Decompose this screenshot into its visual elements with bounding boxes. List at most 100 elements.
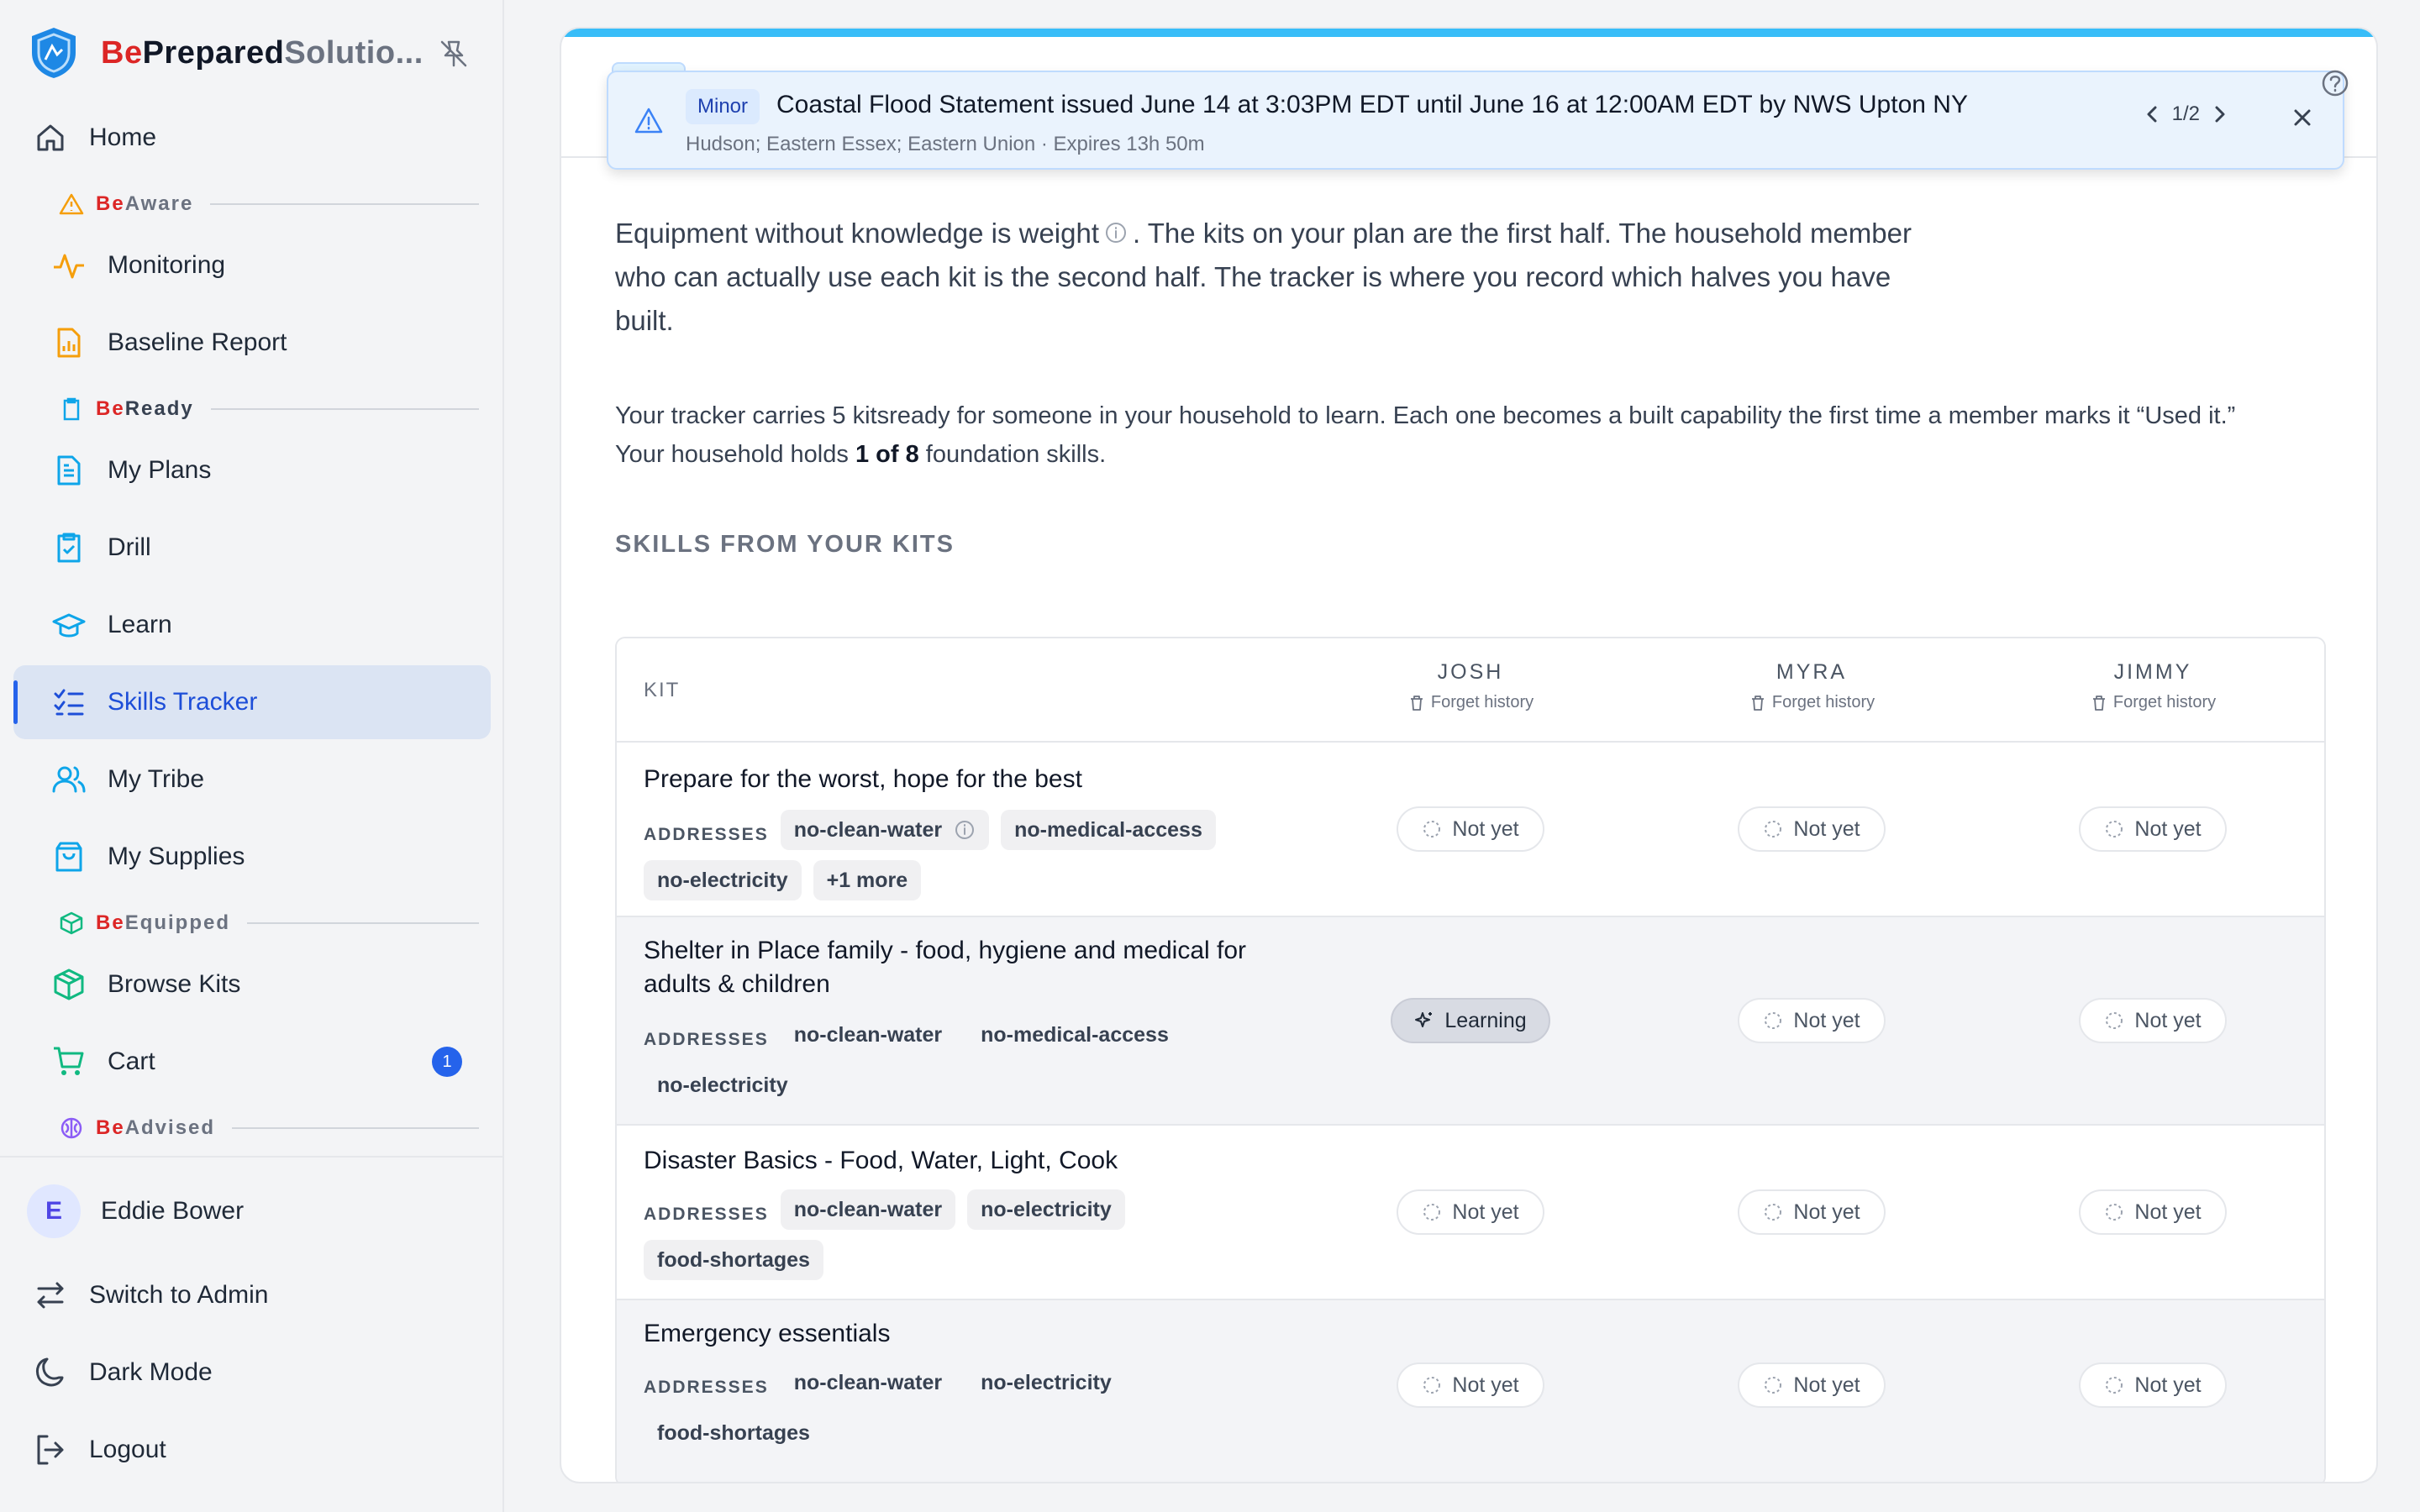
alert-pager: 1/2 xyxy=(2132,101,2240,128)
close-icon[interactable] xyxy=(2287,102,2317,133)
nav-browse-kits[interactable]: Browse Kits xyxy=(13,948,491,1021)
nav-home[interactable]: Home xyxy=(15,101,492,175)
pin-off-icon[interactable] xyxy=(437,37,471,71)
forget-history-button[interactable]: Forget history xyxy=(1300,693,1641,712)
loader-icon xyxy=(1423,1204,1441,1221)
loader-icon xyxy=(2106,1377,2123,1394)
nav-cart[interactable]: Cart 1 xyxy=(13,1025,491,1099)
clipboard-check-icon xyxy=(57,533,81,563)
table-row: Shelter in Place family - food, hygiene … xyxy=(617,917,2324,1126)
trash-icon xyxy=(2092,695,2105,711)
status-pill[interactable]: Not yet xyxy=(2079,1189,2227,1235)
sparkles-icon xyxy=(1415,1012,1433,1027)
kit-name: Prepare for the worst, hope for the best xyxy=(644,765,1082,793)
dark-mode-toggle[interactable]: Dark Mode xyxy=(15,1336,492,1410)
nav-learn[interactable]: Learn xyxy=(13,588,491,662)
status-pill[interactable]: Not yet xyxy=(1738,806,1886,852)
nav-my-supplies[interactable]: My Supplies xyxy=(13,820,491,894)
avatar: E xyxy=(27,1184,81,1238)
trash-icon xyxy=(1751,695,1764,711)
tag: no-electricity xyxy=(967,1189,1125,1230)
list-checks-icon xyxy=(54,689,84,716)
moon-icon xyxy=(35,1357,64,1387)
status-pill[interactable]: Not yet xyxy=(1738,1362,1886,1408)
nav-baseline-report[interactable]: Baseline Report xyxy=(13,306,491,380)
main-panel: Minor Coastal Flood Statement issued Jun… xyxy=(560,27,2378,1483)
box-icon xyxy=(60,911,83,935)
status-pill[interactable]: Not yet xyxy=(1397,1362,1544,1408)
logout-icon xyxy=(37,1435,64,1465)
status-pill[interactable]: Not yet xyxy=(1397,1189,1544,1235)
brain-icon xyxy=(60,1117,82,1139)
brand-name: BePreparedSolutio... xyxy=(101,34,424,71)
kit-tags: ADDRESSES no-clean-water no-medical-acce… xyxy=(644,1015,1299,1116)
weather-alert-banner[interactable]: Minor Coastal Flood Statement issued Jun… xyxy=(607,71,2344,170)
nav-my-tribe[interactable]: My Tribe xyxy=(13,743,491,816)
switch-to-admin-button[interactable]: Switch to Admin xyxy=(15,1258,492,1332)
graduation-cap-icon xyxy=(52,613,86,638)
tag: food-shortages xyxy=(644,1240,823,1280)
table-row: Prepare for the worst, hope for the best… xyxy=(617,743,2324,917)
tag: no-electricity xyxy=(644,860,802,900)
nav-drill[interactable]: Drill xyxy=(13,511,491,585)
alert-title: Coastal Flood Statement issued June 14 a… xyxy=(776,91,1968,118)
loader-icon xyxy=(1423,1377,1441,1394)
info-icon[interactable] xyxy=(1104,221,1128,244)
shopping-bag-icon xyxy=(55,842,82,872)
loader-icon xyxy=(1423,821,1441,837)
file-text-icon xyxy=(57,455,81,486)
chevron-right-icon[interactable] xyxy=(2207,101,2233,128)
loader-icon xyxy=(2106,821,2123,837)
tag: no-medical-access xyxy=(981,1022,1169,1047)
sidebar-footer: E Eddie Bower Switch to Admin Dark Mode … xyxy=(0,1156,504,1465)
nav-monitoring[interactable]: Monitoring xyxy=(13,228,491,302)
section-beadvised: Be Advised xyxy=(59,1116,479,1141)
activity-icon xyxy=(54,254,84,279)
status-pill[interactable]: Not yet xyxy=(1738,998,1886,1043)
section-beequipped: Be Equipped xyxy=(59,911,479,936)
chevron-left-icon[interactable] xyxy=(2139,101,2165,128)
nav-skills-tracker[interactable]: Skills Tracker xyxy=(13,665,491,739)
member-column-jimmy: JIMMY Forget history xyxy=(1982,638,2323,741)
status-pill[interactable]: Not yet xyxy=(1397,806,1544,852)
status-pill[interactable]: Not yet xyxy=(2079,998,2227,1043)
loader-icon xyxy=(1765,821,1782,837)
table-row: Emergency essentials ADDRESSES no-clean-… xyxy=(617,1300,2324,1482)
tag: no-clean-water xyxy=(780,1189,956,1230)
tag: no-clean-water xyxy=(780,810,990,850)
forget-history-button[interactable]: Forget history xyxy=(1982,693,2323,712)
table-row: Disaster Basics - Food, Water, Light, Co… xyxy=(617,1126,2324,1300)
help-icon[interactable] xyxy=(2321,69,2349,97)
loader-icon xyxy=(1765,1204,1782,1221)
more-tags-button[interactable]: +1 more xyxy=(813,860,922,900)
status-pill[interactable]: Not yet xyxy=(2079,806,2227,852)
kit-tags: ADDRESSES no-clean-water no-electricity … xyxy=(644,1189,1299,1290)
status-pill[interactable]: Not yet xyxy=(2079,1362,2227,1408)
brand[interactable]: BePreparedSolutio... xyxy=(29,25,424,81)
switch-icon xyxy=(37,1282,64,1309)
user-profile[interactable]: E Eddie Bower xyxy=(0,1174,477,1248)
logout-button[interactable]: Logout xyxy=(15,1413,492,1487)
nav-home-label: Home xyxy=(89,123,157,151)
nav-my-plans[interactable]: My Plans xyxy=(13,433,491,507)
cart-icon xyxy=(54,1047,84,1075)
loader-icon xyxy=(1765,1377,1782,1394)
info-icon[interactable] xyxy=(954,819,976,841)
tag: no-clean-water xyxy=(793,1022,943,1047)
sidebar: BePreparedSolutio... Home Be Aware Monito… xyxy=(0,0,504,1512)
tracker-summary: Your tracker carries 5 kitsready for som… xyxy=(615,402,2236,468)
intro-text: Equipment without knowledge is weight. T… xyxy=(615,218,1912,336)
status-pill[interactable]: Not yet xyxy=(1738,1189,1886,1235)
skills-table: KIT JOSH Forget history MYRA Forget hist… xyxy=(615,637,2326,1482)
status-pill[interactable]: Learning xyxy=(1391,998,1550,1043)
section-heading: SKILLS FROM YOUR KITS xyxy=(615,531,955,558)
kit-name: Shelter in Place family - food, hygiene … xyxy=(644,937,1247,998)
alert-severity-badge: Minor xyxy=(686,89,760,124)
member-column-josh: JOSH Forget history xyxy=(1300,638,1641,741)
table-header: KIT JOSH Forget history MYRA Forget hist… xyxy=(617,638,2324,743)
loader-icon xyxy=(1765,1012,1782,1029)
tag: no-medical-access xyxy=(1001,810,1216,850)
kit-column-header: KIT xyxy=(644,679,681,701)
forget-history-button[interactable]: Forget history xyxy=(1641,693,1982,712)
kit-name: Disaster Basics - Food, Water, Light, Co… xyxy=(644,1147,1118,1174)
